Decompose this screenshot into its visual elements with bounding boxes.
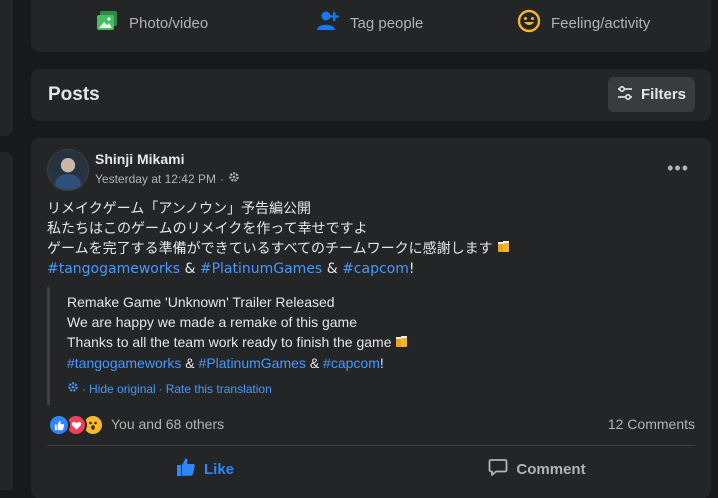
more-options-icon[interactable]: ••• [667, 158, 689, 179]
post-timestamp[interactable]: Yesterday at 12:42 PM [95, 172, 216, 186]
link-separator: · [82, 381, 86, 396]
photo-video-button[interactable]: Photo/video [95, 8, 208, 38]
post-meta: Yesterday at 12:42 PM · [95, 171, 240, 186]
tag-people-button[interactable]: Tag people [316, 8, 423, 38]
exclamation: ! [408, 261, 415, 277]
original-line: 私たちはこのゲームのリメイクを作って幸せですよ [47, 221, 368, 237]
feeling-activity-label: Feeling/activity [551, 14, 651, 32]
translated-text: Remake Game 'Unknown' Trailer Released W… [67, 292, 409, 373]
filters-label: Filters [640, 86, 686, 103]
beer-mug-icon [395, 333, 409, 353]
photo-video-label: Photo/video [129, 14, 209, 32]
composer-card: Photo/video Tag people Feeling/activity [31, 0, 711, 52]
hashtag-link[interactable]: #capcom [323, 355, 380, 371]
hashtag-line: #tangogameworks & #PlatinumGames & #capc… [67, 353, 409, 373]
tag-people-icon [316, 9, 340, 37]
tag-people-label: Tag people [350, 14, 424, 32]
ampersand: & [184, 261, 196, 277]
feeling-activity-button[interactable]: Feeling/activity [517, 8, 650, 38]
rate-translation-link[interactable]: Rate this translation [166, 382, 272, 396]
audience-gear-icon[interactable] [228, 171, 240, 186]
left-column-edge [0, 152, 13, 490]
comments-count[interactable]: 12 Comments [608, 416, 695, 432]
comment-bubble-icon [488, 457, 508, 481]
original-line-with-emoji: ゲームを完了する準備ができているすべてのチームワークに感謝します [47, 239, 511, 259]
ampersand: & [326, 261, 338, 277]
translated-line: Thanks to all the team work ready to fin… [67, 334, 392, 350]
author-name[interactable]: Shinji Mikami [95, 151, 184, 167]
translated-line: We are happy we made a remake of this ga… [67, 314, 358, 330]
post-card: Shinji Mikami Yesterday at 12:42 PM · ••… [31, 138, 711, 498]
hashtag-link[interactable]: #capcom [342, 261, 409, 277]
hashtag-link[interactable]: #PlatinumGames [200, 261, 322, 277]
comment-label: Comment [516, 460, 586, 478]
action-divider [47, 445, 695, 446]
hide-original-link[interactable]: Hide original [89, 382, 156, 396]
original-line: リメイクゲーム「アンノウン」予告編公開 [47, 201, 312, 217]
like-label: Like [203, 460, 234, 478]
original-line: ゲームを完了する準備ができているすべてのチームワークに感謝します [47, 241, 493, 257]
like-button[interactable]: Like [47, 451, 363, 487]
avatar[interactable] [47, 149, 89, 191]
reactions-count[interactable]: You and 68 others [111, 416, 224, 432]
exclamation: ! [379, 355, 384, 372]
translation-links: · Hide original · Rate this translation [67, 381, 272, 396]
posts-header-card: Posts Filters [31, 69, 711, 121]
comment-button[interactable]: Comment [379, 451, 695, 487]
hashtag-link[interactable]: #PlatinumGames [199, 355, 306, 371]
posts-title: Posts [48, 84, 100, 105]
translated-line-with-emoji: Thanks to all the team work ready to fin… [67, 332, 409, 353]
sliders-icon [617, 85, 633, 104]
ampersand: & [185, 355, 195, 372]
filters-button[interactable]: Filters [608, 77, 695, 112]
hashtag-link[interactable]: #tangogameworks [67, 355, 181, 371]
like-reaction-icon [48, 414, 70, 436]
hashtag-link[interactable]: #tangogameworks [47, 261, 180, 277]
meta-separator: · [219, 171, 224, 186]
translated-line: Remake Game 'Unknown' Trailer Released [67, 294, 335, 310]
ampersand: & [309, 355, 320, 372]
photo-icon [95, 9, 119, 37]
reaction-icons[interactable] [48, 414, 104, 436]
smiley-icon [517, 9, 541, 37]
thumbs-up-icon [176, 457, 196, 481]
beer-mug-icon [497, 239, 511, 259]
translation-block: Remake Game 'Unknown' Trailer Released W… [47, 287, 650, 405]
post-original-text: リメイクゲーム「アンノウン」予告編公開 私たちはこのゲームのリメイクを作って幸せ… [47, 199, 511, 279]
link-separator: · [158, 381, 163, 396]
left-column-edge [0, 0, 13, 136]
settings-gear-icon[interactable] [67, 381, 79, 396]
hashtag-line: #tangogameworks & #PlatinumGames & #capc… [47, 259, 511, 279]
